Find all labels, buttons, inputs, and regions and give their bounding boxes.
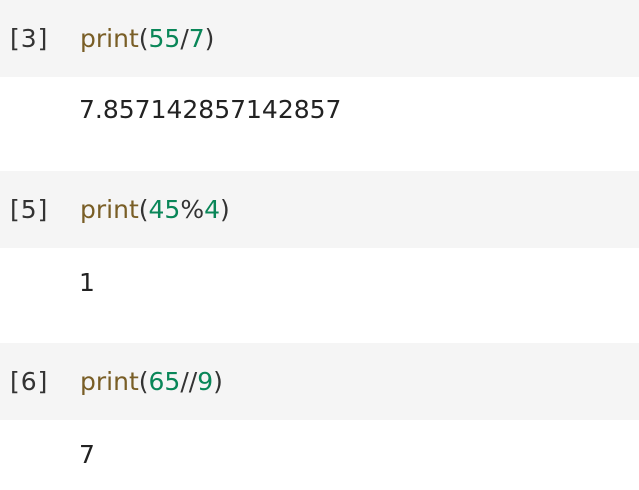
code-operator: // — [180, 367, 198, 396]
code-cell-input[interactable]: [5] print(45%4) — [0, 171, 639, 248]
output-text: 1 — [79, 268, 95, 297]
cell-output: 1 — [0, 248, 639, 343]
code-function: print — [80, 367, 139, 396]
code-paren-open: ( — [138, 195, 149, 224]
code-paren-close: ) — [213, 367, 223, 396]
code-paren-open: ( — [138, 24, 149, 53]
code-number: 65 — [148, 367, 181, 396]
code-number: 4 — [204, 195, 220, 224]
execution-count: [5] — [10, 195, 49, 224]
code-number: 9 — [197, 367, 214, 396]
code-paren-close: ) — [204, 24, 215, 53]
output-text: 7 — [79, 440, 95, 469]
code-paren-close: ) — [220, 195, 230, 224]
execution-count: [3] — [10, 24, 49, 53]
code-editor[interactable]: print(55/7) — [80, 24, 214, 54]
cell-output: 7 — [0, 420, 639, 490]
notebook: [3] print(55/7) 7.857142857142857 [5] pr… — [0, 0, 639, 490]
code-cell-input[interactable]: [3] print(55/7) — [0, 0, 639, 77]
code-number: 55 — [148, 24, 181, 53]
code-editor[interactable]: print(45%4) — [80, 195, 230, 225]
code-operator: % — [180, 195, 205, 224]
code-function: print — [80, 24, 139, 53]
code-number: 45 — [148, 195, 181, 224]
code-number: 7 — [188, 24, 205, 53]
cell-output: 7.857142857142857 — [0, 77, 639, 171]
code-paren-open: ( — [138, 367, 149, 396]
code-operator: / — [180, 24, 189, 53]
code-editor[interactable]: print(65//9) — [80, 367, 223, 397]
execution-count: [6] — [10, 367, 49, 396]
code-function: print — [80, 195, 139, 224]
code-cell-input[interactable]: [6] print(65//9) — [0, 343, 639, 420]
output-text: 7.857142857142857 — [79, 95, 342, 124]
